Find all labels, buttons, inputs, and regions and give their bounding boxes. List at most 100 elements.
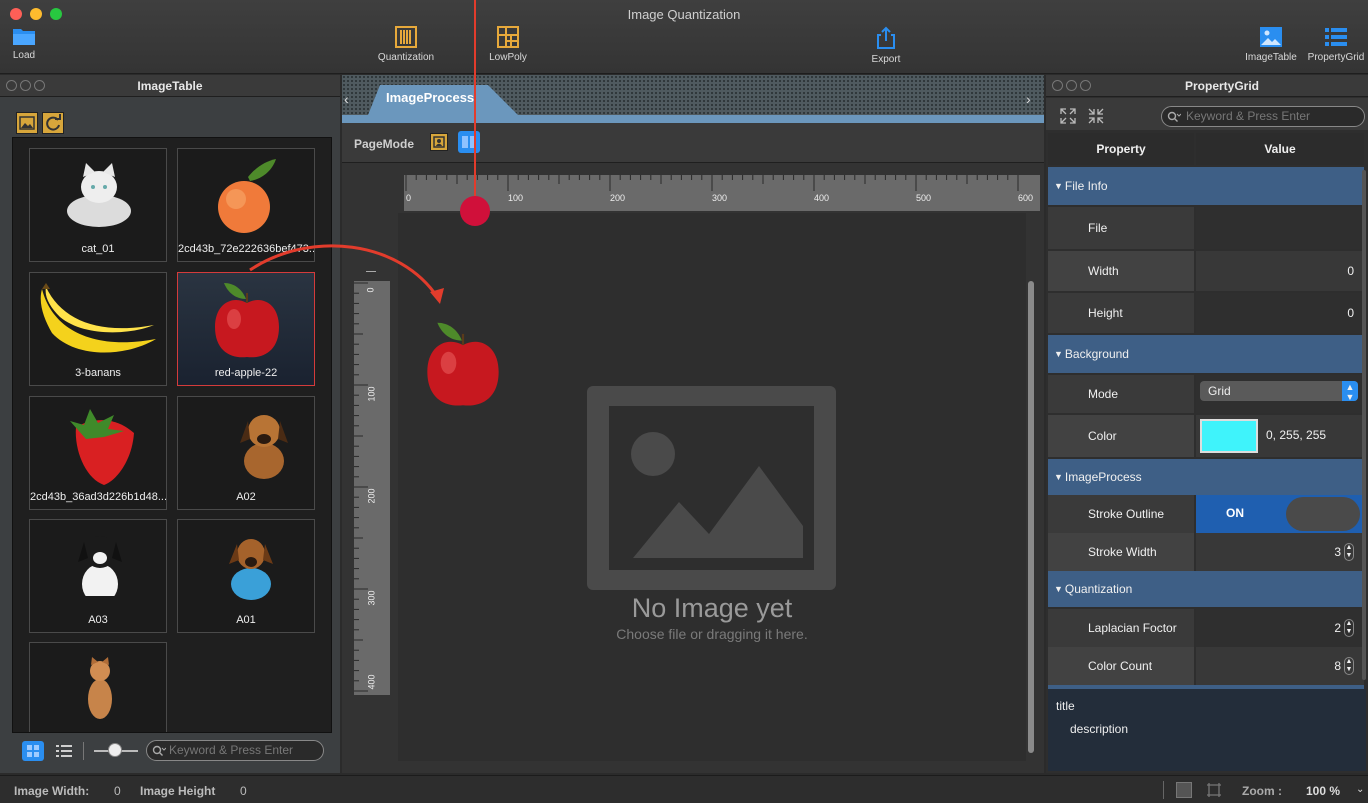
quantization-button[interactable]: Quantization	[370, 26, 442, 63]
property-laplacian-factor[interactable]: Laplacian Foctor 2 ▲ ▼	[1048, 609, 1364, 647]
property-label: Mode	[1048, 375, 1194, 413]
propertygrid-toggle-button[interactable]: PropertyGrid	[1305, 26, 1367, 63]
property-value[interactable]: 8 ▲ ▼	[1196, 647, 1364, 685]
folder-icon	[13, 29, 35, 45]
col-property: Property	[1048, 133, 1194, 165]
divider	[83, 742, 84, 760]
portrait-icon	[433, 136, 445, 148]
property-value[interactable]: 0	[1196, 251, 1364, 291]
image-thumb[interactable]: 2cd43b_36ad3d226b1d48...	[29, 396, 167, 510]
lowpoly-label: LowPoly	[489, 52, 527, 63]
category-quantization[interactable]: ▼ Quantization	[1048, 571, 1364, 607]
image-thumb-selected[interactable]: red-apple-22	[177, 272, 315, 386]
image-thumb[interactable]: 2cd43b_72e222636bef473...	[177, 148, 315, 262]
refresh-button[interactable]	[42, 112, 64, 134]
export-button[interactable]: Export	[866, 26, 906, 65]
propertygrid-header: PropertyGrid	[1046, 75, 1368, 97]
tab-scroll-left-icon[interactable]: ‹	[344, 91, 358, 109]
tab-underline	[342, 115, 1044, 123]
category-imageprocess[interactable]: ▼ ImageProcess	[1048, 459, 1364, 495]
stepper-icon[interactable]: ▲ ▼	[1344, 619, 1354, 637]
fit-screen-icon[interactable]	[1176, 782, 1192, 798]
panel-close-button[interactable]	[1052, 80, 1063, 91]
description-box: title description	[1048, 689, 1366, 771]
grid-view-button[interactable]	[22, 741, 44, 761]
mode-select[interactable]: Grid ▲ ▼	[1200, 381, 1358, 402]
empty-state-subtitle: Choose file or dragging it here.	[616, 626, 808, 642]
category-background[interactable]: ▼ Background	[1048, 335, 1364, 373]
stepper-value: 8	[1334, 659, 1341, 673]
category-label: ▼ File Info	[1054, 179, 1108, 193]
toggle-knob[interactable]	[1286, 497, 1360, 531]
panel-maximize-button[interactable]	[34, 80, 45, 91]
panel-minimize-button[interactable]	[20, 80, 31, 91]
stepper-value: 2	[1334, 621, 1341, 635]
property-width[interactable]: Width 0	[1048, 251, 1364, 291]
pagemode-label: PageMode	[354, 137, 415, 151]
property-search-input[interactable]: Keyword & Press Enter	[1161, 106, 1365, 127]
tab-label: ImageProcess	[386, 90, 475, 105]
image-thumb[interactable]: A01	[177, 519, 315, 633]
image-icon	[1260, 27, 1282, 47]
single-page-button[interactable]	[430, 133, 448, 151]
property-stroke-width[interactable]: Stroke Width 3 ▲ ▼	[1048, 533, 1364, 571]
property-scrollbar[interactable]	[1362, 170, 1366, 680]
ruler-label: 400	[366, 674, 377, 690]
image-thumb[interactable]: A02	[177, 396, 315, 510]
property-value[interactable]: 2 ▲ ▼	[1196, 609, 1364, 647]
panel-maximize-button[interactable]	[1080, 80, 1091, 91]
category-text: Background	[1064, 347, 1129, 361]
chevron-down-icon[interactable]: ⌄	[1356, 784, 1364, 795]
tab-scroll-right-icon[interactable]: ›	[1026, 91, 1040, 109]
stepper-icon[interactable]: ▲ ▼	[1344, 543, 1354, 561]
zoom-value[interactable]: 100 %	[1306, 784, 1340, 798]
puppy-image	[240, 415, 288, 479]
property-value[interactable]	[1196, 207, 1364, 249]
category-text: File Info	[1064, 179, 1108, 193]
property-label: Stroke Width	[1048, 533, 1194, 571]
panel-minimize-button[interactable]	[1066, 80, 1077, 91]
property-file[interactable]: File	[1048, 207, 1364, 249]
property-mode[interactable]: Mode Grid ▲ ▼	[1048, 375, 1364, 413]
app-window: Image Quantization Load Quantization Low…	[0, 0, 1368, 803]
property-label: Height	[1048, 293, 1194, 333]
stroke-outline-toggle[interactable]: ON	[1196, 495, 1364, 533]
panel-close-button[interactable]	[6, 80, 17, 91]
list-view-button[interactable]	[54, 741, 74, 761]
property-value[interactable]: 0	[1196, 293, 1364, 333]
actual-size-icon[interactable]	[1206, 782, 1222, 798]
lowpoly-icon	[497, 26, 519, 48]
share-icon	[877, 26, 895, 49]
collapse-all-icon[interactable]	[1088, 108, 1104, 124]
property-label: Stroke Outline	[1048, 495, 1194, 533]
ruler-label: 100	[366, 386, 377, 402]
property-value[interactable]: 3 ▲ ▼	[1196, 533, 1364, 571]
image-thumb[interactable]	[29, 642, 167, 732]
property-color-count[interactable]: Color Count 8 ▲ ▼	[1048, 647, 1364, 685]
slider-knob[interactable]	[108, 743, 122, 757]
propertygrid-panel: PropertyGrid Keyword & Press Enter Prope…	[1046, 75, 1368, 773]
image-search-input[interactable]: Keyword & Press Enter	[146, 740, 324, 761]
property-value-cell: Grid ▲ ▼	[1196, 375, 1364, 413]
search-placeholder: Keyword & Press Enter	[1186, 109, 1311, 123]
image-thumb[interactable]: 3-banans	[29, 272, 167, 386]
load-button[interactable]: Load	[10, 26, 38, 61]
category-file-info[interactable]: ▼ File Info	[1048, 167, 1364, 205]
stepper-icon[interactable]: ▲ ▼	[1344, 657, 1354, 675]
image-thumb[interactable]: A03	[29, 519, 167, 633]
image-thumb[interactable]: cat_01	[29, 148, 167, 262]
lowpoly-button[interactable]: LowPoly	[484, 26, 532, 63]
imagetable-toggle-button[interactable]: ImageTable	[1240, 26, 1302, 63]
vertical-scrollbar[interactable]	[1028, 281, 1034, 753]
property-label: Laplacian Foctor	[1048, 609, 1194, 647]
load-label: Load	[12, 50, 36, 61]
property-height[interactable]: Height 0	[1048, 293, 1364, 333]
property-color[interactable]: Color 0, 255, 255	[1048, 415, 1364, 457]
expand-all-icon[interactable]	[1060, 108, 1076, 124]
ruler-label: 500	[916, 193, 932, 203]
color-swatch[interactable]	[1200, 419, 1258, 453]
add-image-button[interactable]	[16, 112, 38, 134]
puppy-image	[229, 539, 273, 600]
split-page-button[interactable]	[458, 131, 480, 153]
property-stroke-outline[interactable]: Stroke Outline ON	[1048, 495, 1364, 533]
